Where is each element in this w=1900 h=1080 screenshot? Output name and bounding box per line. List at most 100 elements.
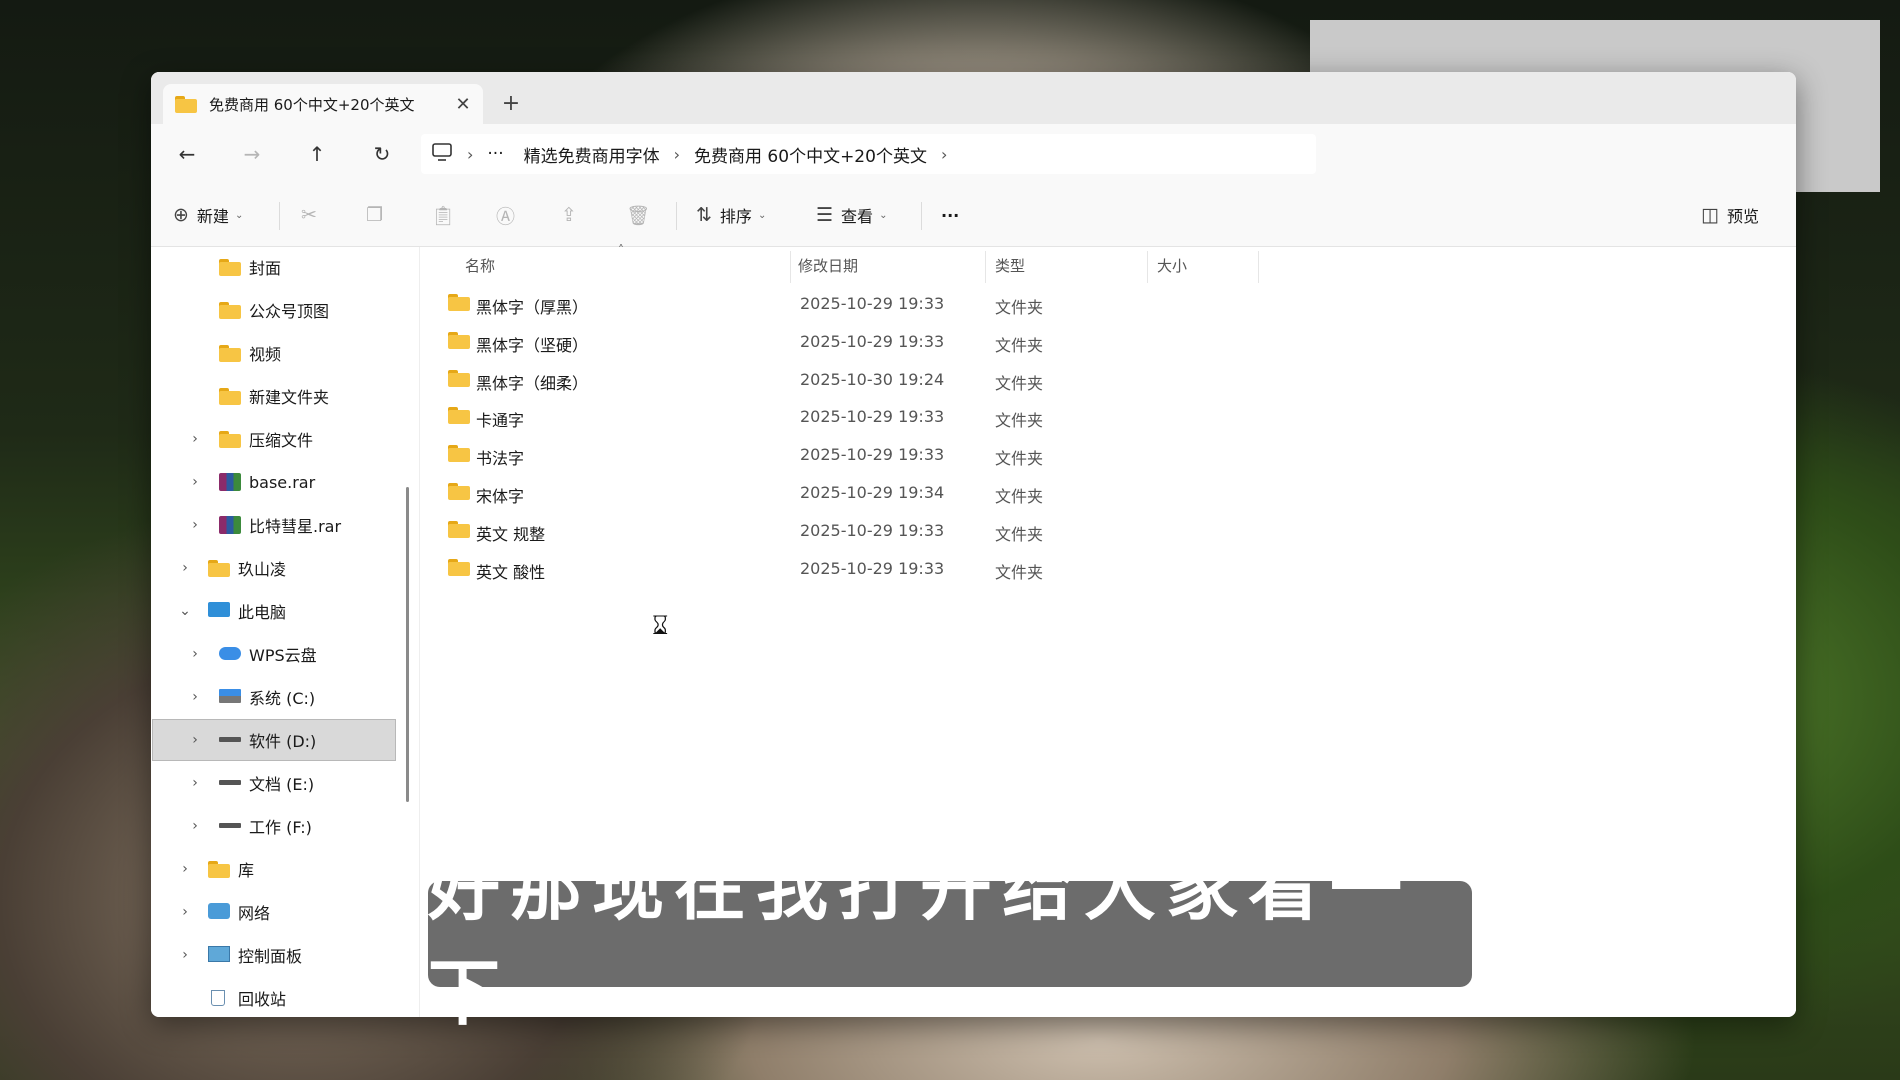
file-row[interactable]: 宋体字 2025-10-29 19:34 文件夹 [440,475,1260,511]
column-divider[interactable] [985,251,986,283]
list-view-icon: ☰ [816,204,834,226]
drive-icon [219,823,241,828]
file-row[interactable]: 英文 规整 2025-10-29 19:33 文件夹 [440,513,1260,549]
file-date: 2025-10-29 19:33 [800,294,945,313]
sidebar-item-archives[interactable]: › 压缩文件 [153,419,395,459]
computer-icon[interactable] [431,142,453,167]
preview-pane-icon: ◫ [1701,204,1719,226]
chevron-right-icon[interactable]: › [187,689,203,705]
file-name: 英文 酸性 [476,563,546,582]
system-drive-icon [219,689,241,703]
sidebar-item-bitcomet-rar[interactable]: › 比特彗星.rar [153,505,395,545]
sidebar-item-base-rar[interactable]: › base.rar [153,462,395,502]
forward-button[interactable]: → [236,138,268,170]
sidebar-item-label: 控制面板 [238,947,303,966]
preview-pane-button[interactable]: ◫ 预览 [1701,201,1759,229]
new-button[interactable]: ⊕ 新建 ⌄ [173,201,243,229]
sidebar-item-drive-e[interactable]: › 文档 (E:) [153,763,395,803]
chevron-right-icon[interactable]: › [187,474,203,490]
chevron-right-icon[interactable]: › [177,947,193,963]
folder-icon [175,95,197,113]
divider [921,202,922,230]
chevron-right-icon[interactable]: › [941,145,947,164]
sidebar-item-drive-d[interactable]: › 软件 (D:) [152,719,396,761]
column-header-date[interactable]: 修改日期 [798,247,858,283]
file-date: 2025-10-29 19:33 [800,332,945,351]
column-header-name[interactable]: 名称 [465,247,495,283]
delete-button[interactable]: 🗑︎ [626,201,658,229]
sidebar-item-network[interactable]: › 网络 [153,892,395,932]
chevron-right-icon[interactable]: › [177,904,193,920]
sort-button[interactable]: ⇅ 排序 ⌄ [696,201,766,229]
close-tab-icon[interactable]: ✕ [451,94,475,115]
plus-circle-icon: ⊕ [173,204,189,226]
column-header-size[interactable]: 大小 [1157,247,1187,283]
sidebar-item-recycle-bin[interactable]: 回收站 [153,978,395,1017]
file-row[interactable]: 黑体字（坚硬） 2025-10-29 19:33 文件夹 [440,324,1260,360]
breadcrumb-more[interactable]: ··· [487,144,503,164]
sidebar-item-libraries[interactable]: › 库 [153,849,395,889]
chevron-right-icon[interactable]: › [467,145,473,164]
breadcrumb-item[interactable]: 免费商用 60个中文+20个英文 [694,142,927,167]
chevron-right-icon[interactable]: › [187,775,203,791]
file-row[interactable]: 卡通字 2025-10-29 19:33 文件夹 [440,399,1260,435]
sidebar-item-new-folder[interactable]: 新建文件夹 [153,376,395,416]
view-button[interactable]: ☰ 查看 ⌄ [816,201,887,229]
sidebar-item-label: 公众号顶图 [249,302,330,321]
sidebar-item-control-panel[interactable]: › 控制面板 [153,935,395,975]
refresh-button[interactable]: ↻ [366,138,398,170]
tab-title: 免费商用 60个中文+20个英文 [209,95,415,114]
paste-button[interactable]: 📋︎ [431,201,463,229]
column-header-type[interactable]: 类型 [995,247,1025,283]
column-divider[interactable] [790,251,791,283]
scissors-icon: ✂ [301,204,317,226]
back-button[interactable]: ← [171,138,203,170]
chevron-right-icon[interactable]: › [177,560,193,576]
folder-icon [448,521,470,539]
sidebar-item-video[interactable]: 视频 [153,333,395,373]
chevron-right-icon[interactable]: › [187,431,203,447]
sidebar-item-wps-cloud[interactable]: › WPS云盘 [153,634,395,674]
sidebar-item-drive-f[interactable]: › 工作 (F:) [153,806,395,846]
sidebar-item-label: base.rar [249,472,316,492]
share-button[interactable]: ⇪ [561,201,585,229]
sidebar-scrollbar[interactable] [406,487,409,802]
winrar-icon [219,516,241,534]
chevron-right-icon[interactable]: › [187,646,203,662]
winrar-icon [219,473,241,491]
chevron-down-icon[interactable]: ⌄ [177,603,193,619]
folder-icon [219,430,241,448]
chevron-right-icon[interactable]: › [187,517,203,533]
address-bar[interactable]: › ··· 精选免费商用字体 › 免费商用 60个中文+20个英文 › [421,134,1316,174]
copy-button[interactable]: ❐ [366,201,391,229]
sidebar-item-label: 工作 (F:) [249,818,312,837]
chevron-right-icon[interactable]: › [177,861,193,877]
sidebar-item-cover[interactable]: 封面 [153,247,395,287]
up-button[interactable]: ↑ [301,138,333,170]
sidebar-item-drive-c[interactable]: › 系统 (C:) [153,677,395,717]
file-row[interactable]: 黑体字（细柔） 2025-10-30 19:24 文件夹 [440,362,1260,398]
column-divider[interactable] [1147,251,1148,283]
more-options-button[interactable]: ··· [941,201,959,229]
file-row[interactable]: 英文 酸性 2025-10-29 19:33 文件夹 [440,551,1260,587]
sidebar-item-jiushanling[interactable]: › 玖山凌 [153,548,395,588]
chevron-right-icon[interactable]: › [187,732,203,748]
column-divider[interactable] [1258,251,1259,283]
sort-ascending-icon: ˄ [618,243,624,257]
file-row[interactable]: 黑体字（厚黑） 2025-10-29 19:33 文件夹 [440,286,1260,322]
cut-button[interactable]: ✂ [301,201,325,229]
sidebar-item-header-image[interactable]: 公众号顶图 [153,290,395,330]
rename-button[interactable]: Ⓐ [496,201,523,229]
sidebar-item-this-pc[interactable]: ⌄ 此电脑 [153,591,395,631]
tab-current-folder[interactable]: 免费商用 60个中文+20个英文 ✕ [163,84,483,124]
file-row[interactable]: 书法字 2025-10-29 19:33 文件夹 [440,437,1260,473]
divider [279,202,280,230]
share-icon: ⇪ [561,204,577,226]
chevron-right-icon[interactable]: › [674,145,680,164]
network-icon [208,903,230,919]
new-tab-button[interactable]: + [495,88,527,120]
file-type: 文件夹 [995,374,1044,393]
video-subtitle: 好那现在我打开给大家看一下 [428,846,1472,1035]
chevron-right-icon[interactable]: › [187,818,203,834]
breadcrumb-item[interactable]: 精选免费商用字体 [524,142,660,167]
